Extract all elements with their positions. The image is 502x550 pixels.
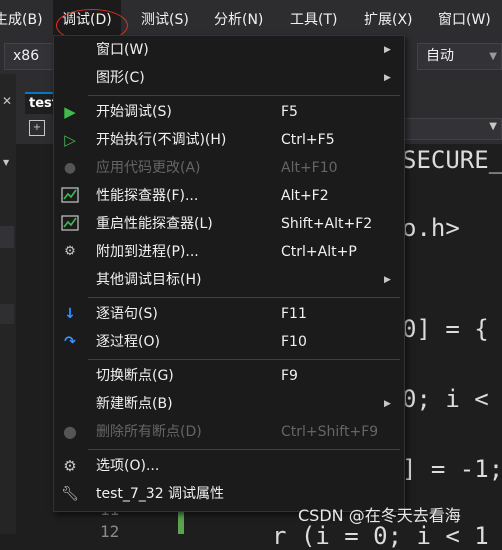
- line-number: 12: [100, 522, 120, 541]
- menu-item-label: 开始执行(不调试)(H): [96, 132, 227, 148]
- flame-icon: ●: [63, 160, 77, 176]
- platform-dropdown[interactable]: x86: [4, 43, 54, 70]
- attach-gears-icon: ⚙: [64, 244, 76, 259]
- gear-icon: ⚙: [63, 457, 77, 475]
- menu-item-shortcut: F11: [281, 306, 307, 322]
- menu-item-start-debugging[interactable]: ▶ 开始调试(S) F5: [54, 98, 404, 126]
- menu-item-label: 删除所有断点(D): [96, 424, 202, 440]
- submenu-arrow-icon: ▶: [384, 399, 391, 409]
- chevron-down-icon: ▼: [489, 121, 497, 132]
- submenu-arrow-icon: ▶: [384, 73, 391, 83]
- menu-window[interactable]: 窗口(W): [438, 0, 491, 40]
- step-into-icon: ↓: [64, 306, 76, 322]
- menu-item-label: 图形(C): [96, 70, 145, 86]
- performance-chart-icon: [61, 187, 79, 205]
- menu-item-restart-profiler[interactable]: 重启性能探查器(L) Shift+Alt+F2: [54, 210, 404, 238]
- menu-item-shortcut: Ctrl+F5: [281, 132, 335, 148]
- menu-test[interactable]: 测试(S): [141, 0, 189, 40]
- play-outline-icon: ▷: [64, 131, 76, 149]
- menu-item-label: 性能探查器(F)...: [96, 188, 199, 204]
- menu-item-step-over[interactable]: ↷ 逐过程(O) F10: [54, 328, 404, 356]
- menu-tools[interactable]: 工具(T): [290, 0, 337, 40]
- project-icon[interactable]: +: [29, 120, 45, 136]
- menu-item-shortcut: F5: [281, 104, 298, 120]
- menu-item-shortcut: Ctrl+Alt+P: [281, 244, 357, 260]
- menu-item-options[interactable]: ⚙ 选项(O)...: [54, 452, 404, 480]
- panel-scroll-track[interactable]: [0, 226, 14, 248]
- code-line: SECURE_N: [402, 146, 502, 174]
- menu-item-performance-profiler[interactable]: 性能探查器(F)... Alt+F2: [54, 182, 404, 210]
- menu-item-graphics[interactable]: 图形(C) ▶: [54, 64, 404, 92]
- menu-item-shortcut: Shift+Alt+F2: [281, 216, 373, 232]
- code-line: 0] = { 1: [402, 315, 489, 343]
- menu-item-label: 逐语句(S): [96, 306, 158, 322]
- menu-item-toggle-breakpoint[interactable]: 切换断点(G) F9: [54, 362, 404, 390]
- menu-item-start-without-debugging[interactable]: ▷ 开始执行(不调试)(H) Ctrl+F5: [54, 126, 404, 154]
- submenu-arrow-icon: ▶: [384, 45, 391, 55]
- chevron-down-icon: ▼: [489, 51, 497, 62]
- menu-item-label: 开始调试(S): [96, 104, 172, 120]
- menu-item-label: 附加到进程(P)...: [96, 244, 199, 260]
- watermark: CSDN @在冬天去看海: [298, 506, 461, 525]
- menu-item-shortcut: Alt+F10: [281, 160, 338, 176]
- menu-item-label: 切换断点(G): [96, 368, 174, 384]
- menu-build[interactable]: 生成(B): [0, 0, 43, 40]
- play-solid-icon: ▶: [64, 103, 76, 121]
- menu-item-shortcut: F10: [281, 334, 307, 350]
- menu-extensions[interactable]: 扩展(X): [364, 0, 413, 40]
- close-icon[interactable]: ✕: [2, 94, 12, 108]
- menu-item-label: 新建断点(B): [96, 396, 173, 412]
- menu-item-other-debug-targets[interactable]: 其他调试目标(H) ▶: [54, 266, 404, 294]
- step-over-icon: ↷: [64, 334, 76, 350]
- menu-item-label: 窗口(W): [96, 42, 149, 58]
- config-value: 自动: [426, 48, 454, 64]
- menu-item-window[interactable]: 窗口(W) ▶: [54, 36, 404, 64]
- menu-item-label: 逐过程(O): [96, 334, 160, 350]
- menu-item-step-into[interactable]: ↓ 逐语句(S) F11: [54, 300, 404, 328]
- menu-item-shortcut: F9: [281, 368, 298, 384]
- menu-item-shortcut: Ctrl+Shift+F9: [281, 424, 379, 440]
- code-line: r (i = 0; i < 1: [272, 522, 489, 550]
- menu-item-label: 重启性能探查器(L): [96, 216, 213, 232]
- panel-scroll-thumb[interactable]: [0, 304, 14, 324]
- submenu-arrow-icon: ▶: [384, 275, 391, 285]
- menu-separator: [88, 449, 400, 450]
- wrench-icon: 🔧︎: [61, 486, 79, 502]
- menu-item-label: 其他调试目标(H): [96, 272, 202, 288]
- code-line: o.h>: [402, 214, 460, 242]
- menu-separator: [88, 297, 400, 298]
- chevron-down-icon[interactable]: ▼: [3, 158, 9, 167]
- menu-separator: [88, 95, 400, 96]
- menu-item-delete-all-breakpoints[interactable]: ● 删除所有断点(D) Ctrl+Shift+F9: [54, 418, 404, 446]
- performance-chart-icon: [61, 215, 79, 233]
- menu-item-apply-code-changes[interactable]: ● 应用代码更改(A) Alt+F10: [54, 154, 404, 182]
- member-dropdown[interactable]: ▼: [402, 118, 502, 140]
- menu-item-shortcut: Alt+F2: [281, 188, 329, 204]
- debug-menu: 窗口(W) ▶ 图形(C) ▶ ▶ 开始调试(S) F5 ▷ 开始执行(不调试)…: [53, 35, 405, 512]
- code-line: ] = -1;: [402, 455, 502, 483]
- menu-item-label: 应用代码更改(A): [96, 160, 201, 176]
- platform-value: x86: [13, 48, 40, 64]
- menu-item-new-breakpoint[interactable]: 新建断点(B) ▶: [54, 390, 404, 418]
- menu-item-label: test_7_32 调试属性: [96, 486, 225, 502]
- delete-breakpoints-icon: ●: [63, 422, 77, 441]
- menu-item-attach-to-process[interactable]: ⚙ 附加到进程(P)... Ctrl+Alt+P: [54, 238, 404, 266]
- left-panel: ✕ ▼: [0, 74, 16, 534]
- menu-analyze[interactable]: 分析(N): [214, 0, 263, 40]
- code-line: 0; i < 1: [402, 385, 489, 413]
- menu-separator: [88, 359, 400, 360]
- menu-item-label: 选项(O)...: [96, 458, 160, 474]
- config-dropdown[interactable]: 自动 ▼: [417, 43, 502, 70]
